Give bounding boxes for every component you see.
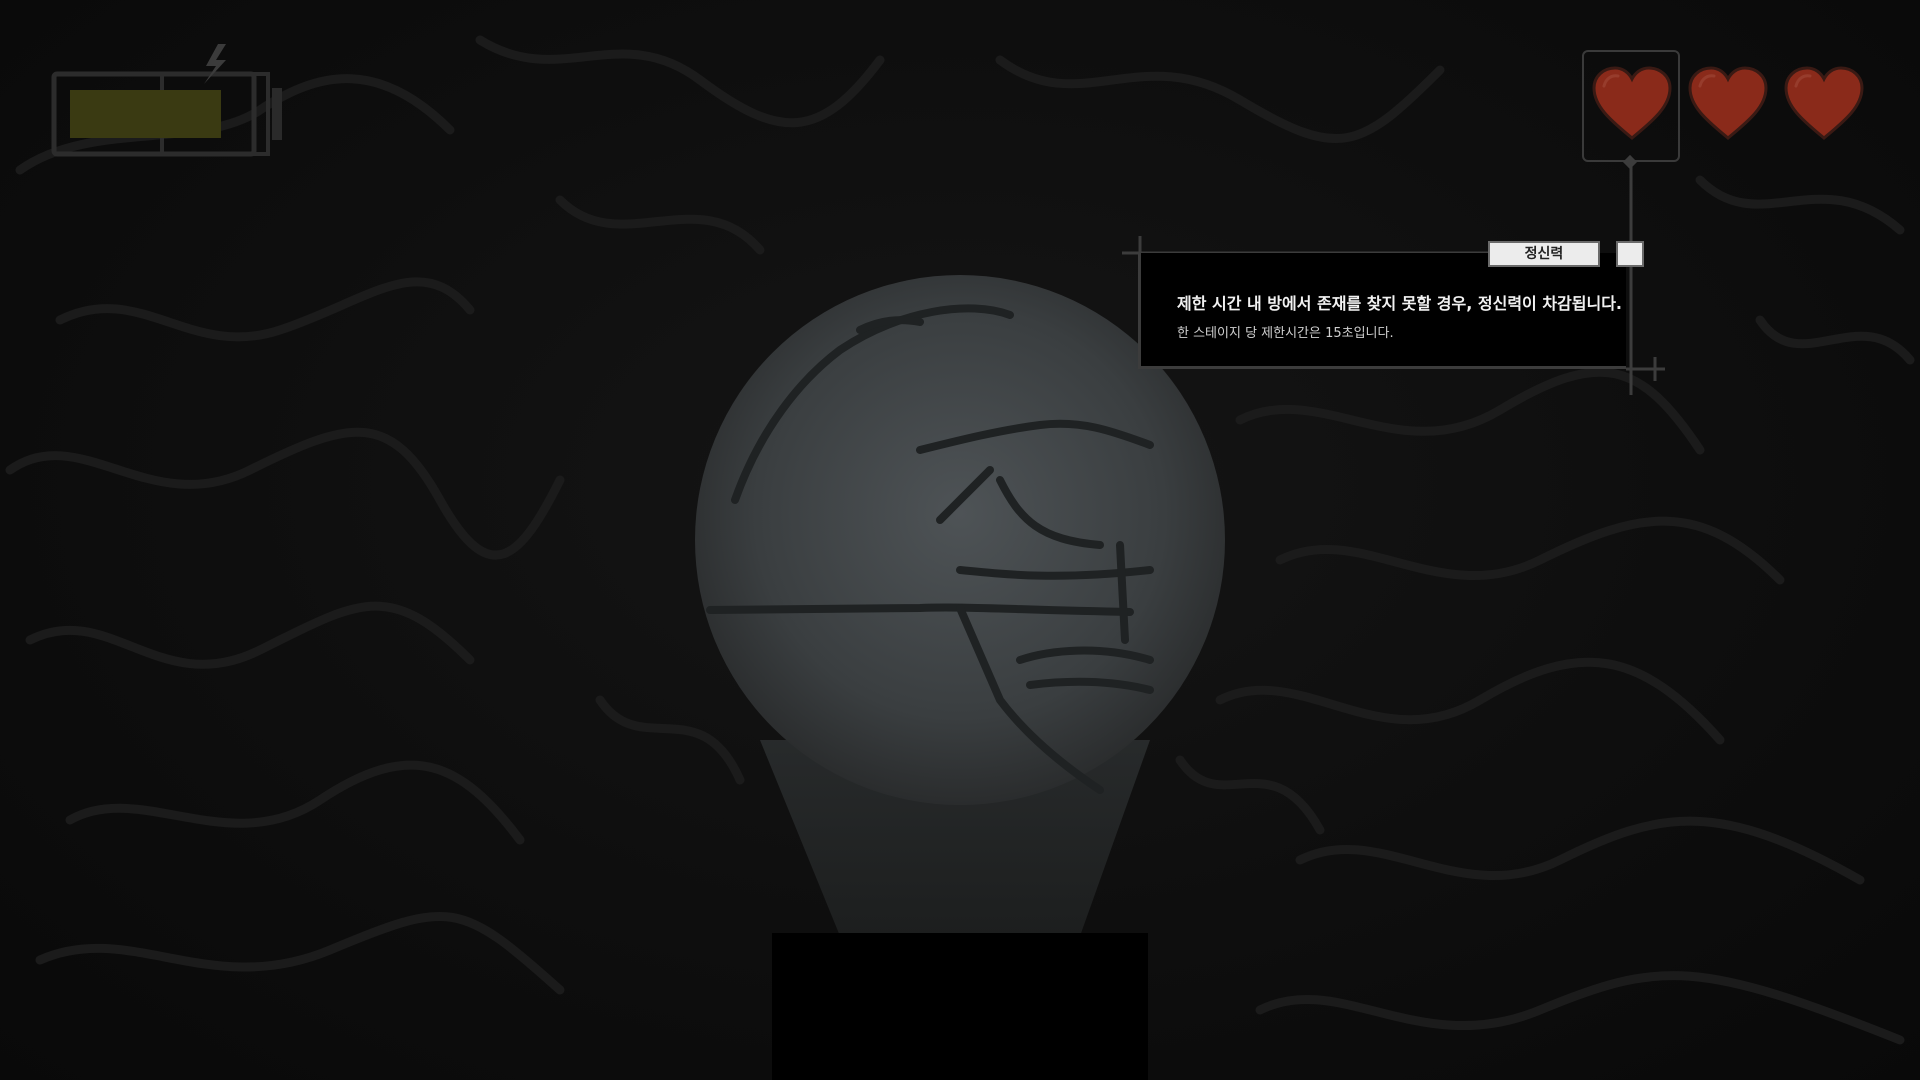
tooltip-close-button[interactable]	[1616, 241, 1644, 267]
battery-charge-fill	[70, 90, 221, 138]
heart-icon	[1590, 66, 1674, 142]
tooltip-description: 한 스테이지 당 제한시간은 15초입니다.	[1177, 326, 1394, 341]
heart-icon	[1782, 66, 1866, 142]
lightning-bolt-icon	[204, 44, 226, 84]
game-screen: 정신력 제한 시간 내 방에서 존재를 찾지 못할 경우, 정신력이 차감됩니다…	[0, 0, 1920, 1080]
heart-icon	[1686, 66, 1770, 142]
tooltip-tab-sanity: 정신력	[1488, 241, 1600, 267]
battery-indicator	[51, 44, 282, 157]
tooltip-title: 제한 시간 내 방에서 존재를 찾지 못할 경우, 정신력이 차감됩니다.	[1177, 294, 1623, 313]
foreground-shadow-block	[772, 933, 1148, 1080]
